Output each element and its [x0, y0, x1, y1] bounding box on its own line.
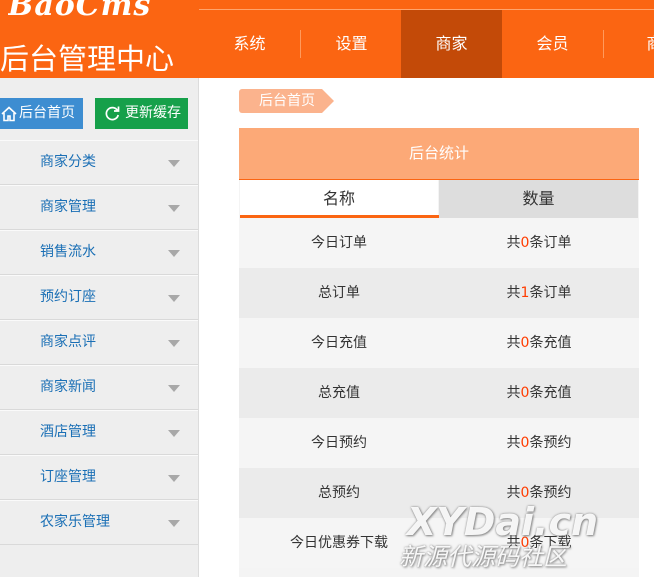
home-icon — [0, 98, 18, 129]
row-count: 共0条预约 — [506, 485, 572, 501]
sidebar-item-label: 商家点评 — [40, 334, 96, 350]
nav-item-merchant[interactable]: 商家 — [401, 10, 502, 78]
sidebar-item-label: 订座管理 — [40, 469, 96, 485]
row-name: 今日订单 — [311, 235, 367, 251]
home-button-label: 后台首页 — [19, 105, 75, 121]
chevron-down-icon — [168, 160, 180, 167]
sidebar-item-label: 农家乐管理 — [40, 514, 110, 530]
chevron-down-icon — [168, 295, 180, 302]
nav-item-member[interactable]: 会员 — [502, 10, 603, 78]
sidebar: 后台首页 更新缓存 商家分类 商家管理 销售流水 预约订座 商家点评 商家新闻 … — [0, 78, 199, 577]
top-header: BaoCms 后台管理中心 系统 设置 商家 会员 商 — [0, 0, 654, 78]
table-row: 总订单 共1条订单 — [239, 268, 639, 318]
site-title: 后台管理中心 — [0, 42, 175, 76]
refresh-cache-button[interactable]: 更新缓存 — [95, 98, 188, 129]
nav-item-system[interactable]: 系统 — [199, 10, 300, 78]
chevron-down-icon — [168, 430, 180, 437]
row-count: 共1条订单 — [506, 285, 572, 301]
row-name: 今日优惠券下载 — [290, 535, 388, 551]
column-header-count[interactable]: 数量 — [439, 180, 638, 218]
refresh-cache-label: 更新缓存 — [125, 105, 181, 121]
sidebar-item-label: 商家管理 — [40, 199, 96, 215]
row-count: 共0条预约 — [506, 435, 572, 451]
chevron-down-icon — [168, 205, 180, 212]
row-name: 总充值 — [318, 385, 360, 401]
sidebar-item-reservations[interactable]: 预约订座 — [0, 275, 198, 320]
sidebar-menu: 商家分类 商家管理 销售流水 预约订座 商家点评 商家新闻 酒店管理 订座管理 — [0, 140, 198, 545]
sidebar-item-sales-flow[interactable]: 销售流水 — [0, 230, 198, 275]
sidebar-item-merchant-management[interactable]: 商家管理 — [0, 185, 198, 230]
row-name: 总订单 — [318, 285, 360, 301]
chevron-down-icon — [168, 385, 180, 392]
sidebar-item-farmhouse[interactable]: 农家乐管理 — [0, 500, 198, 545]
chevron-down-icon — [168, 340, 180, 347]
table-row: 今日优惠券下载 共0条下载 — [239, 518, 639, 568]
breadcrumb[interactable]: 后台首页 — [239, 89, 322, 113]
sidebar-item-label: 商家新闻 — [40, 379, 96, 395]
stats-title: 后台统计 — [239, 128, 639, 179]
sidebar-item-merchant-news[interactable]: 商家新闻 — [0, 365, 198, 410]
table-row: 今日预约 共0条预约 — [239, 418, 639, 468]
top-nav: 系统 设置 商家 会员 商 — [199, 10, 654, 78]
sidebar-item-seat-booking[interactable]: 订座管理 — [0, 455, 198, 500]
row-count: 共0条充值 — [506, 385, 572, 401]
sidebar-item-label: 销售流水 — [40, 244, 96, 260]
table-row: 总预约 共0条预约 — [239, 468, 639, 518]
row-count: 共0条充值 — [506, 335, 572, 351]
row-name: 总预约 — [318, 485, 360, 501]
stats-panel: 后台统计 名称 数量 今日订单 共0条订单 总订单 共1条订单 今日充值 共0条… — [239, 128, 639, 577]
row-count: 共0条下载 — [506, 535, 572, 551]
table-row: 今日充值 共0条充值 — [239, 318, 639, 368]
sidebar-item-label: 预约订座 — [40, 289, 96, 305]
row-name: 今日充值 — [311, 335, 367, 351]
refresh-icon — [104, 98, 121, 129]
nav-item-mall[interactable]: 商 — [604, 10, 654, 78]
sidebar-item-merchant-reviews[interactable]: 商家点评 — [0, 320, 198, 365]
row-count: 共0条订单 — [506, 235, 572, 251]
sidebar-item-label: 商家分类 — [40, 154, 96, 170]
chevron-down-icon — [168, 250, 180, 257]
sidebar-item-hotel-management[interactable]: 酒店管理 — [0, 410, 198, 455]
column-header-name[interactable]: 名称 — [240, 180, 438, 218]
home-button[interactable]: 后台首页 — [0, 98, 83, 129]
chevron-down-icon — [168, 520, 180, 527]
nav-item-settings[interactable]: 设置 — [301, 10, 402, 78]
logo: BaoCms — [8, 0, 152, 23]
breadcrumb-arrow — [322, 89, 334, 113]
row-name: 今日预约 — [311, 435, 367, 451]
chevron-down-icon — [168, 475, 180, 482]
sidebar-item-merchant-category[interactable]: 商家分类 — [0, 140, 198, 185]
table-row: 今日订单 共0条订单 — [239, 218, 639, 268]
sidebar-item-label: 酒店管理 — [40, 424, 96, 440]
table-row: 总充值 共0条充值 — [239, 368, 639, 418]
